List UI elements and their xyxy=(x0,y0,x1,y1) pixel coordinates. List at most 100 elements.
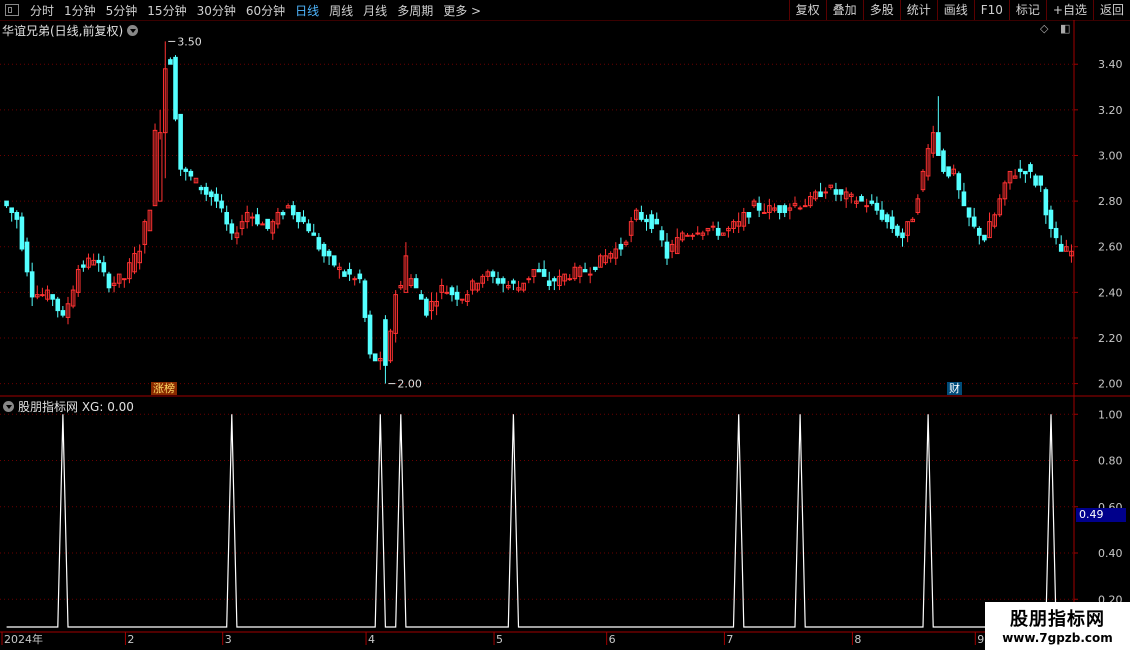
candle-body xyxy=(695,232,700,235)
watermark-url: www.7gpzb.com xyxy=(1002,631,1113,645)
candle-body xyxy=(250,216,255,219)
diamond-icon[interactable]: ◇ xyxy=(1040,22,1048,35)
candle-body xyxy=(593,266,598,271)
price-tick-label: 2.80 xyxy=(1098,195,1123,208)
candle-body xyxy=(367,314,373,355)
candle-body xyxy=(941,150,946,172)
candle-body xyxy=(1023,170,1028,175)
candle-body xyxy=(946,166,951,177)
candle-body xyxy=(818,191,823,198)
candle-body xyxy=(449,287,455,296)
candle-body xyxy=(961,191,967,207)
candle-body xyxy=(659,230,665,241)
zhangbang-tag[interactable]: 涨榜 xyxy=(151,382,177,395)
candle-body xyxy=(122,278,127,281)
candle-body xyxy=(1028,164,1033,172)
candle-body xyxy=(459,298,465,301)
chevron-down-icon[interactable] xyxy=(3,401,14,412)
kline-chart: 2.002.202.402.602.803.003.203.400.200.40… xyxy=(0,20,1130,646)
candle-body xyxy=(664,241,670,259)
candle-body xyxy=(618,243,624,250)
price-tick-label: 2.40 xyxy=(1098,286,1123,299)
candle-body xyxy=(541,269,547,277)
candle-body xyxy=(9,207,14,213)
candle-body xyxy=(874,202,880,211)
candle-body xyxy=(29,271,35,298)
price-tick-label: 3.20 xyxy=(1098,104,1123,117)
candle-body xyxy=(96,259,102,264)
candle-body xyxy=(60,310,66,316)
candle-body xyxy=(582,269,588,273)
chevron-down-icon[interactable] xyxy=(127,25,139,36)
candle-body xyxy=(710,225,716,228)
candle-body xyxy=(50,294,55,300)
candle-body xyxy=(976,227,982,236)
candle-body xyxy=(454,291,460,300)
candle-body xyxy=(900,232,905,239)
candle-body xyxy=(301,216,306,223)
date-tick-label: 9 xyxy=(977,633,984,646)
candle-body xyxy=(746,212,752,218)
candle-body xyxy=(1043,189,1049,216)
candle-body xyxy=(55,298,61,312)
date-tick-label: 2024年 xyxy=(4,632,43,646)
candle-body xyxy=(418,294,424,300)
candle-body xyxy=(214,193,219,202)
candle-body xyxy=(413,278,419,289)
candle-body xyxy=(203,186,209,195)
candle-body xyxy=(372,353,378,362)
candle-body xyxy=(40,294,45,297)
watermark: 股朋指标网 www.7gpzb.com xyxy=(985,602,1130,650)
candle-body xyxy=(326,250,332,257)
high-price-label: 3.50 xyxy=(177,35,202,48)
candle-body xyxy=(81,264,86,268)
candle-body xyxy=(352,278,357,281)
candle-body xyxy=(1048,209,1054,229)
candle-body xyxy=(797,207,803,210)
candle-body xyxy=(306,223,311,232)
candle-body xyxy=(1053,227,1059,239)
candle-body xyxy=(823,191,828,194)
candle-body xyxy=(178,113,183,170)
candle-body xyxy=(685,234,690,237)
candle-body xyxy=(869,200,875,204)
candle-body xyxy=(14,212,20,220)
candle-body xyxy=(424,298,429,316)
candle-body xyxy=(1017,168,1023,172)
candle-body xyxy=(347,269,352,275)
candle-body xyxy=(956,173,962,191)
candle-body xyxy=(173,56,178,120)
candle-body xyxy=(966,207,972,218)
candle-body xyxy=(188,170,194,177)
current-value-badge: 0.49 xyxy=(1076,508,1126,522)
candle-body xyxy=(444,291,450,294)
candle-body xyxy=(971,216,977,227)
price-tick-label: 3.40 xyxy=(1098,58,1123,71)
candle-body xyxy=(4,200,9,207)
panel-layout-icon[interactable]: ◧ xyxy=(1060,22,1070,35)
finance-tag[interactable]: 财 xyxy=(947,382,962,395)
candle-body xyxy=(209,191,214,198)
candle-body xyxy=(362,280,368,318)
candle-body xyxy=(889,216,895,229)
date-tick-label: 4 xyxy=(368,633,375,646)
low-price-label: 2.00 xyxy=(397,378,422,391)
candle-body xyxy=(587,273,593,276)
candle-body xyxy=(895,225,900,236)
candle-body xyxy=(311,232,317,236)
candle-body xyxy=(552,278,557,282)
candle-body xyxy=(280,212,286,216)
candle-body xyxy=(859,196,864,202)
candle-body xyxy=(649,214,654,229)
candle-body xyxy=(644,218,649,223)
candle-body xyxy=(864,205,869,208)
candle-body xyxy=(761,212,767,214)
candle-body xyxy=(260,223,265,226)
price-tick-label: 2.20 xyxy=(1098,332,1123,345)
candle-body xyxy=(357,273,363,280)
indicator-tick-label: 0.40 xyxy=(1098,547,1123,560)
candle-body xyxy=(777,205,782,213)
candle-body xyxy=(756,202,762,211)
candle-body xyxy=(838,189,844,195)
candle-body xyxy=(290,205,296,216)
